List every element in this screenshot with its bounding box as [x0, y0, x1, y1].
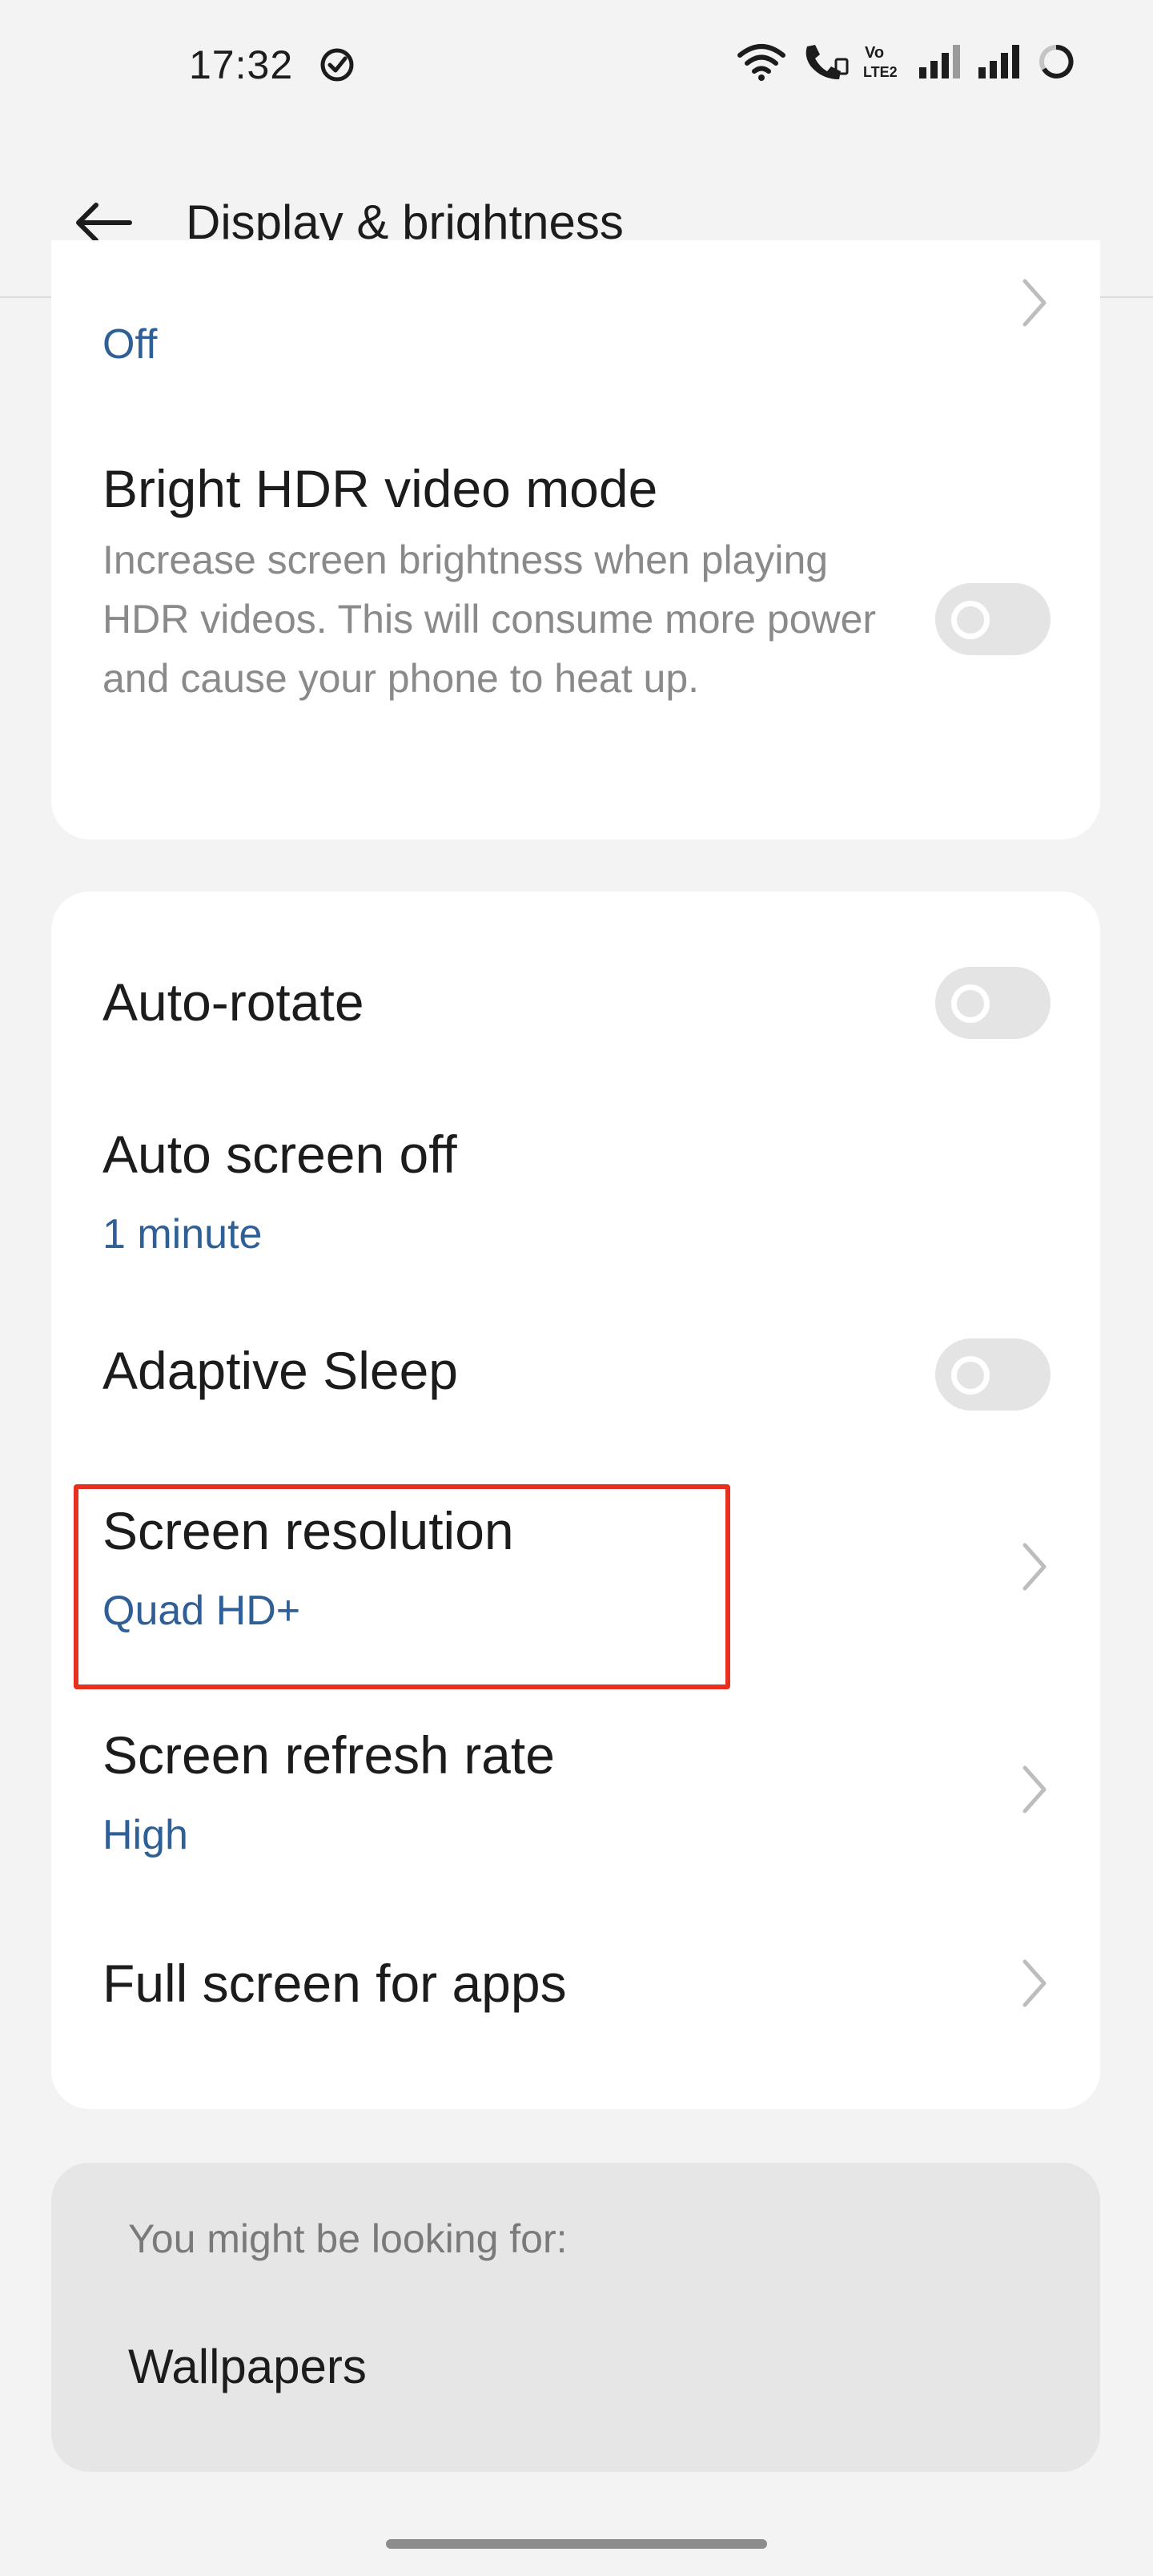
toggle-knob	[951, 984, 990, 1023]
signal-icon-1	[919, 45, 960, 78]
arrow-left-icon	[76, 203, 132, 243]
status-time: 17:32	[189, 42, 294, 87]
partial-setting-row[interactable]: Off	[51, 240, 1100, 376]
signal-icon-2	[978, 45, 1019, 78]
refresh-rate-title: Screen refresh rate	[102, 1725, 555, 1785]
setting-row-auto-screen-off[interactable]: Auto screen off 1 minute	[51, 1092, 1100, 1276]
setting-row-adaptive-sleep[interactable]: Adaptive Sleep	[51, 1308, 1100, 1428]
chevron-right-icon	[1022, 1543, 1047, 1591]
auto-rotate-title: Auto-rotate	[102, 972, 364, 1032]
hdr-description: Increase screen brightness when playing …	[102, 537, 877, 701]
status-icons: Vo LTE2	[737, 42, 1076, 82]
check-circle-icon	[320, 48, 354, 82]
chevron-right-icon	[1022, 1765, 1047, 1813]
home-indicator[interactable]	[386, 2539, 767, 2549]
suggestions-card: You might be looking for: Wallpapers	[51, 2163, 1100, 2472]
auto-screen-off-value: 1 minute	[102, 1211, 263, 1258]
setting-row-hdr[interactable]: Bright HDR video mode Increase screen br…	[51, 441, 1100, 785]
wifi-call-icon	[805, 45, 849, 79]
setting-row-refresh-rate[interactable]: Screen refresh rate High	[51, 1693, 1100, 1885]
adaptive-sleep-title: Adaptive Sleep	[102, 1341, 458, 1400]
highlight-box	[74, 1484, 730, 1689]
auto-screen-off-title: Auto screen off	[102, 1125, 457, 1184]
status-bar: 17:32 Vo LTE2	[0, 0, 1153, 136]
chevron-right-icon	[1022, 1959, 1047, 2007]
hdr-toggle[interactable]	[935, 583, 1051, 655]
settings-card-hdr: Off Bright HDR video mode Increase scree…	[51, 240, 1100, 839]
full-screen-title: Full screen for apps	[102, 1954, 567, 2013]
setting-row-auto-rotate[interactable]: Auto-rotate	[51, 940, 1100, 1060]
auto-rotate-toggle[interactable]	[935, 967, 1051, 1039]
hdr-title: Bright HDR video mode	[102, 459, 658, 518]
svg-text:LTE2: LTE2	[863, 64, 898, 80]
setting-row-full-screen[interactable]: Full screen for apps	[51, 1909, 1100, 2053]
wifi-icon	[737, 44, 785, 81]
suggestion-wallpapers[interactable]: Wallpapers	[128, 2339, 367, 2394]
adaptive-sleep-toggle[interactable]	[935, 1338, 1051, 1411]
suggestions-label: You might be looking for:	[128, 2216, 568, 2261]
battery-ring-icon	[1039, 44, 1074, 78]
toggle-knob	[951, 601, 990, 639]
toggle-knob	[951, 1356, 990, 1395]
partial-setting-value: Off	[102, 321, 158, 368]
chevron-right-icon	[1022, 279, 1047, 327]
svg-text:Vo: Vo	[865, 44, 884, 62]
volte-icon: Vo LTE2	[863, 44, 898, 80]
refresh-rate-value: High	[102, 1812, 188, 1858]
